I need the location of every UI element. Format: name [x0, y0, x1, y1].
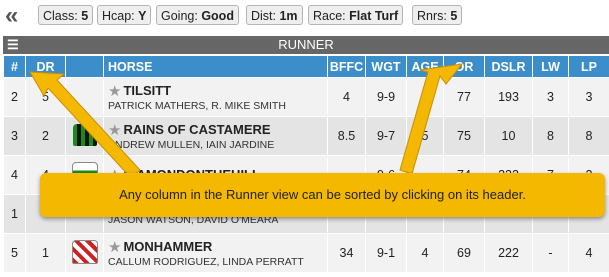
- right-arrow-icon: [399, 63, 464, 175]
- left-arrow-icon: [29, 71, 141, 179]
- callout-arrows: [29, 63, 464, 179]
- sort-tip-callout: Any column in the Runner view can be sor…: [40, 173, 605, 217]
- sort-tip-text: Any column in the Runner view can be sor…: [119, 187, 526, 202]
